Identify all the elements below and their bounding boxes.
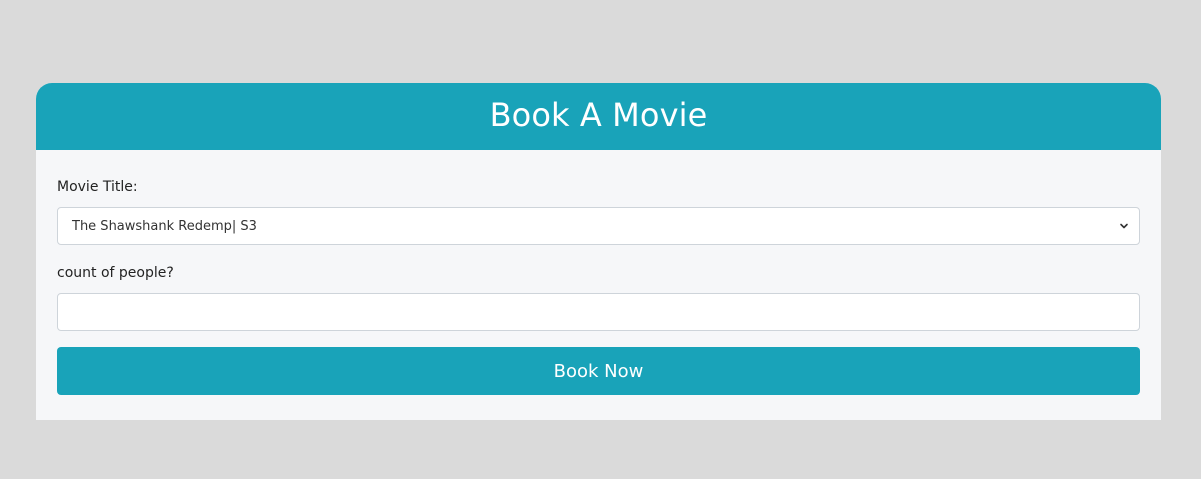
book-now-button-label: Book Now — [553, 360, 644, 382]
chevron-down-icon — [1115, 217, 1133, 235]
movie-title-select-value: The Shawshank Redemp| S3 — [72, 218, 257, 234]
book-now-button[interactable]: Book Now — [57, 347, 1140, 395]
count-of-people-label: count of people? — [57, 265, 174, 281]
movie-title-label: Movie Title: — [57, 179, 138, 195]
booking-card: Book A Movie Movie Title: The Shawshank … — [36, 83, 1161, 420]
page-title: Book A Movie — [489, 95, 708, 134]
count-of-people-input[interactable] — [57, 293, 1140, 331]
card-header: Book A Movie — [36, 83, 1161, 150]
movie-title-select[interactable]: The Shawshank Redemp| S3 — [57, 207, 1140, 245]
